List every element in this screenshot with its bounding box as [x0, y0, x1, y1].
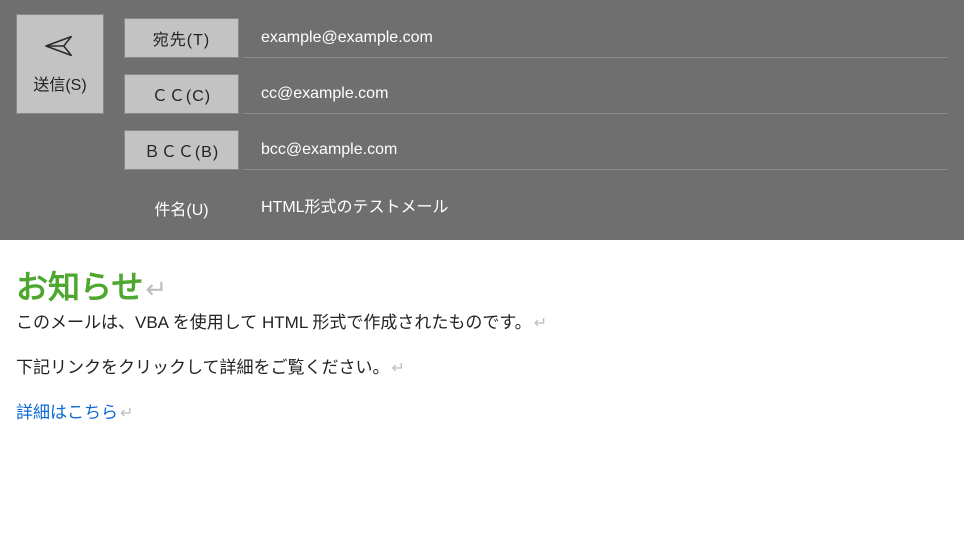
bcc-input[interactable]: bcc@example.com	[243, 130, 948, 170]
subject-label: 件名(U)	[124, 196, 239, 220]
subject-input[interactable]: HTML形式のテストメール	[243, 188, 948, 228]
bcc-button[interactable]: ＢＣＣ(B)	[124, 130, 239, 170]
heading-line: お知らせ↵	[16, 262, 948, 308]
send-button[interactable]: 送信(S)	[16, 14, 104, 114]
bcc-row: ＢＣＣ(B) bcc@example.com	[124, 126, 948, 174]
to-label: 宛先(T)	[153, 26, 210, 50]
body-heading: お知らせ	[16, 269, 143, 305]
paragraph-mark-icon: ↵	[534, 315, 547, 332]
cc-label: ＣＣ(C)	[152, 82, 211, 106]
para2-text: 下記リンクをクリックして詳細をご覧ください。	[16, 358, 390, 377]
bcc-label: ＢＣＣ(B)	[144, 138, 219, 162]
paragraph-mark-icon: ↵	[392, 360, 405, 377]
compose-header: 送信(S) 宛先(T) example@example.com ＣＣ(C) cc…	[0, 0, 964, 240]
paragraph-mark-icon: ↵	[120, 405, 133, 422]
to-button[interactable]: 宛先(T)	[124, 18, 239, 58]
cc-input[interactable]: cc@example.com	[243, 74, 948, 114]
send-icon	[45, 34, 75, 63]
fields-column: 宛先(T) example@example.com ＣＣ(C) cc@examp…	[124, 14, 948, 232]
body-paragraph-1: このメールは、VBA を使用して HTML 形式で作成されたものです。↵	[16, 308, 948, 333]
cc-row: ＣＣ(C) cc@example.com	[124, 70, 948, 118]
message-body[interactable]: お知らせ↵ このメールは、VBA を使用して HTML 形式で作成されたものです…	[0, 240, 964, 423]
para1-text: このメールは、VBA を使用して HTML 形式で作成されたものです。	[16, 313, 532, 332]
send-label: 送信(S)	[33, 71, 86, 95]
body-paragraph-2: 下記リンクをクリックして詳細をご覧ください。↵	[16, 353, 948, 378]
cc-button[interactable]: ＣＣ(C)	[124, 74, 239, 114]
to-input[interactable]: example@example.com	[243, 18, 948, 58]
to-row: 宛先(T) example@example.com	[124, 14, 948, 62]
link-paragraph: 詳細はこちら↵	[16, 398, 948, 423]
details-link[interactable]: 詳細はこちら	[16, 403, 118, 422]
subject-row: 件名(U) HTML形式のテストメール	[124, 184, 948, 232]
paragraph-mark-icon: ↵	[145, 274, 167, 304]
